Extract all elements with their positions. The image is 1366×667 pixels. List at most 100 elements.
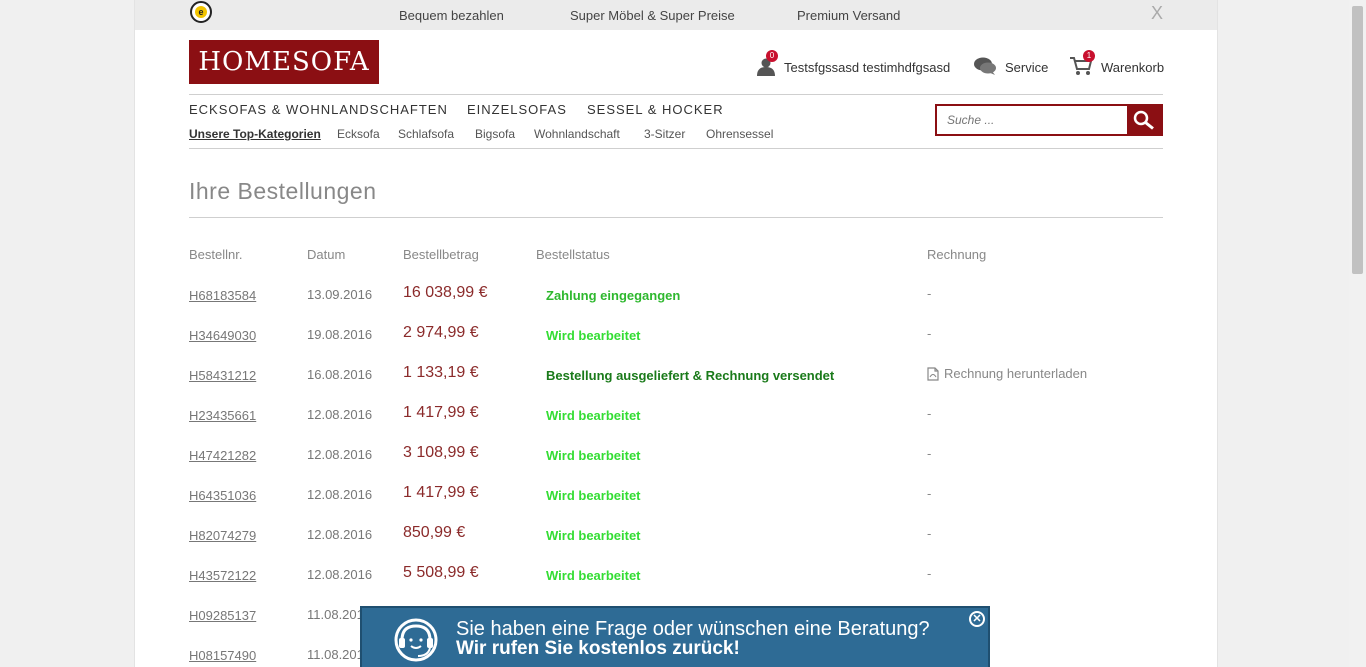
order-date: 12.08.2016 — [307, 487, 373, 502]
page-title: Ihre Bestellungen — [189, 178, 377, 204]
order-number-link[interactable]: H58431212 — [189, 368, 256, 383]
search-box — [935, 104, 1163, 136]
order-number-link[interactable]: H34649030 — [189, 328, 256, 343]
table-row: H68183584 13.09.2016 16 038,99 € Zahlung ei… — [135, 282, 1217, 322]
order-amount: 16 038,99 € — [403, 284, 488, 301]
order-invoice: - — [927, 286, 932, 301]
order-date: 12.08.2016 — [307, 447, 373, 462]
table-row: H64351036 12.08.2016 1 417,99 € Wird bearbe… — [135, 482, 1217, 522]
service-link[interactable]: Service — [973, 56, 1048, 79]
col-header-order-number: Bestellnr. — [189, 247, 243, 262]
order-number-link[interactable]: H43572122 — [189, 568, 256, 583]
order-invoice: - — [927, 566, 932, 581]
subnav-wohnlandschaft[interactable]: Wohnlandschaft — [534, 127, 620, 141]
subnav-bigsofa[interactable]: Bigsofa — [475, 127, 515, 141]
pdf-file-icon — [927, 366, 939, 381]
order-amount: 1 417,99 € — [403, 404, 479, 421]
user-account-link[interactable]: 0 Testsfgssasd testimhdfgsasd — [756, 50, 951, 79]
order-date: 16.08.2016 — [307, 367, 373, 382]
order-invoice: - — [927, 406, 932, 421]
page-scrollbar[interactable] — [1349, 0, 1366, 667]
headset-icon — [392, 616, 440, 667]
user-badge: 0 — [766, 50, 778, 62]
order-invoice: - — [927, 446, 932, 461]
order-amount: 3 108,99 € — [403, 444, 479, 461]
order-number-link[interactable]: H23435661 — [189, 408, 256, 423]
cart-badge: 1 — [1083, 50, 1095, 62]
homesofa-logo[interactable]: HOMESOFA — [189, 40, 379, 84]
cart-link[interactable]: 1 Warenkorb — [1069, 50, 1165, 79]
order-date: 12.08.2016 — [307, 567, 373, 582]
top-info-bar: e Bequem bezahlen Super Möbel & Super Pr… — [135, 0, 1217, 30]
header-divider — [189, 94, 1163, 95]
trusted-shops-badge-icon[interactable]: e — [190, 1, 212, 23]
user-icon: 0 — [756, 50, 778, 79]
table-row: H58431212 16.08.2016 1 133,19 € Bestellung … — [135, 362, 1217, 402]
order-status: Wird bearbeitet — [546, 488, 641, 503]
table-row: H43572122 12.08.2016 5 508,99 € Wird bearbe… — [135, 562, 1217, 602]
invoice-download-label: Rechnung herunterladen — [944, 366, 1088, 381]
table-row: H47421282 12.08.2016 3 108,99 € Wird bearbe… — [135, 442, 1217, 482]
order-date: 12.08.2016 — [307, 527, 373, 542]
nav-sessel-hocker[interactable]: SESSEL & HOCKER — [587, 102, 724, 117]
table-row: H34649030 19.08.2016 2 974,99 € Wird bearbe… — [135, 322, 1217, 362]
nav-divider — [189, 148, 1163, 149]
order-number-link[interactable]: H82074279 — [189, 528, 256, 543]
order-amount: 1 133,19 € — [403, 364, 479, 381]
order-date: 13.09.2016 — [307, 287, 373, 302]
scrollbar-thumb[interactable] — [1352, 6, 1363, 274]
subnav-ohrensessel[interactable]: Ohrensessel — [706, 127, 773, 141]
callback-banner[interactable]: Sie haben eine Frage oder wünschen eine … — [360, 606, 990, 667]
title-divider — [189, 217, 1163, 218]
page-container: e Bequem bezahlen Super Möbel & Super Pr… — [134, 0, 1218, 667]
search-icon — [1133, 110, 1154, 130]
order-invoice: - — [927, 526, 932, 541]
topbar-link-prices[interactable]: Super Möbel & Super Preise — [570, 8, 735, 23]
invoice-download-link[interactable]: Rechnung herunterladen — [927, 366, 1087, 381]
table-row: H23435661 12.08.2016 1 417,99 € Wird bearbe… — [135, 402, 1217, 442]
order-number-link[interactable]: H64351036 — [189, 488, 256, 503]
order-status: Bestellung ausgeliefert & Rechnung verse… — [546, 368, 835, 383]
order-date: 12.08.2016 — [307, 407, 373, 422]
order-invoice: - — [927, 486, 932, 501]
col-header-status: Bestellstatus — [536, 247, 610, 262]
order-number-link[interactable]: H09285137 — [189, 608, 256, 623]
order-amount: 2 974,99 € — [403, 324, 479, 341]
user-name: Testsfgssasd testimhdfgsasd — [784, 60, 951, 75]
callback-offer: Wir rufen Sie kostenlos zurück! — [456, 638, 740, 659]
order-date: 19.08.2016 — [307, 327, 373, 342]
order-number-link[interactable]: H47421282 — [189, 448, 256, 463]
subnav-schlafsofa[interactable]: Schlafsofa — [398, 127, 454, 141]
order-number-link[interactable]: H08157490 — [189, 648, 256, 663]
order-status: Zahlung eingegangen — [546, 288, 681, 303]
order-amount: 1 417,99 € — [403, 484, 479, 501]
search-input[interactable] — [937, 106, 1127, 134]
subnav-ecksofa[interactable]: Ecksofa — [337, 127, 380, 141]
callback-close-button[interactable]: ✕ — [969, 611, 985, 627]
order-invoice: - — [927, 326, 932, 341]
table-row: H82074279 12.08.2016 850,99 € Wird bearbeit… — [135, 522, 1217, 562]
subnav-top-kategorien[interactable]: Unsere Top-Kategorien — [189, 127, 321, 141]
cart-label: Warenkorb — [1101, 60, 1165, 75]
nav-einzelsofas[interactable]: EINZELSOFAS — [467, 102, 567, 117]
order-status: Wird bearbeitet — [546, 568, 641, 583]
topbar-link-shipping[interactable]: Premium Versand — [797, 8, 900, 23]
order-status: Wird bearbeitet — [546, 328, 641, 343]
cart-icon: 1 — [1069, 50, 1095, 79]
col-header-date: Datum — [307, 247, 346, 262]
topbar-link-payment[interactable]: Bequem bezahlen — [399, 8, 504, 23]
col-header-amount: Bestellbetrag — [403, 247, 479, 262]
order-status: Wird bearbeitet — [546, 528, 641, 543]
search-button[interactable] — [1127, 106, 1161, 134]
service-label: Service — [1005, 60, 1049, 75]
order-status: Wird bearbeitet — [546, 448, 641, 463]
order-amount: 5 508,99 € — [403, 564, 479, 581]
order-number-link[interactable]: H68183584 — [189, 288, 256, 303]
chat-bubbles-icon — [973, 56, 997, 79]
order-amount: 850,99 € — [403, 524, 466, 541]
topbar-close-button[interactable]: X — [1151, 3, 1163, 24]
col-header-invoice: Rechnung — [927, 247, 987, 262]
subnav-3-sitzer[interactable]: 3-Sitzer — [644, 127, 685, 141]
nav-ecksofas[interactable]: ECKSOFAS & WOHNLANDSCHAFTEN — [189, 102, 448, 117]
order-status: Wird bearbeitet — [546, 408, 641, 423]
